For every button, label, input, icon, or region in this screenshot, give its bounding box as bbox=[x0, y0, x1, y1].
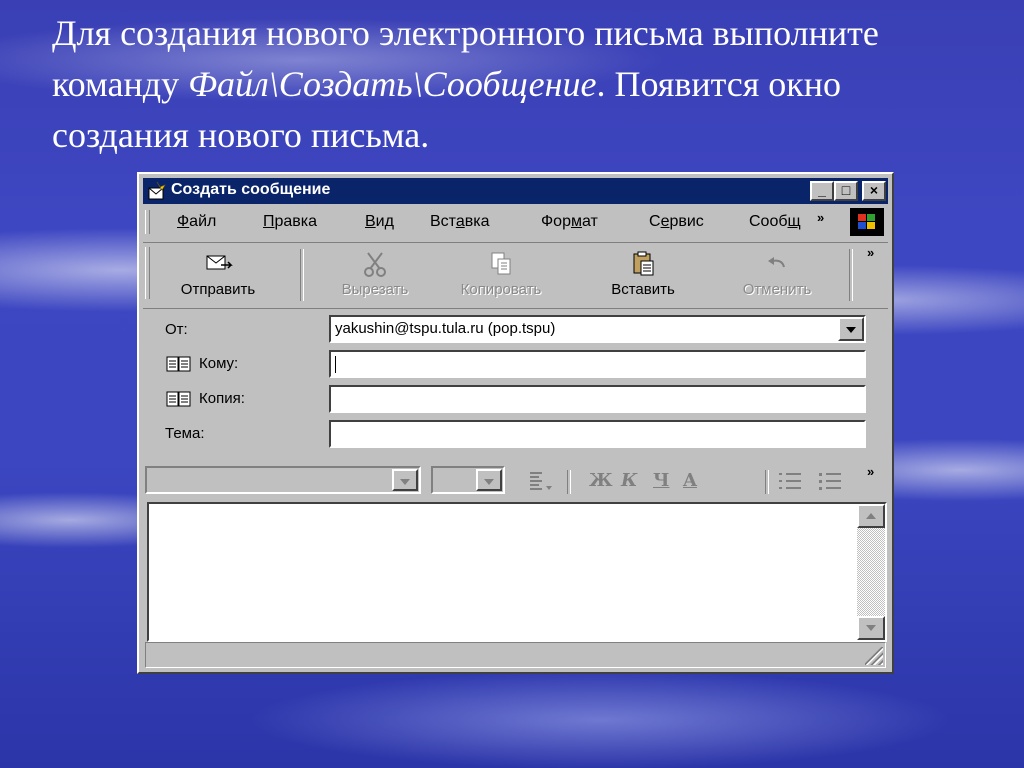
message-headers: От: yakushin@tspu.tula.ru (pop.tspu) Ком… bbox=[143, 308, 888, 459]
send-button[interactable]: Отправить bbox=[158, 247, 278, 298]
new-message-icon bbox=[148, 181, 166, 200]
menubar-grip[interactable] bbox=[145, 210, 150, 234]
underline-button[interactable]: Ч bbox=[653, 470, 669, 491]
menu-view[interactable]: Вид bbox=[365, 213, 394, 231]
cc-label-text: Копия: bbox=[199, 390, 245, 407]
bold-button[interactable]: Ж bbox=[589, 470, 613, 491]
cut-button[interactable]: Вырезать bbox=[315, 247, 435, 298]
font-size-select[interactable] bbox=[431, 466, 505, 494]
slide-line-1: Для создания нового электронного письма … bbox=[52, 13, 879, 53]
undo-label: Отменить bbox=[742, 281, 812, 298]
font-color-button[interactable]: A bbox=[683, 470, 697, 491]
font-name-select[interactable] bbox=[145, 466, 421, 494]
windows-logo bbox=[850, 208, 884, 236]
italic-button[interactable]: К bbox=[621, 470, 637, 491]
slide-line-2-prefix: команду bbox=[52, 64, 189, 104]
numbered-list-icon[interactable] bbox=[777, 471, 803, 491]
copy-label: Копировать bbox=[460, 281, 542, 298]
new-message-window: Создать сообщение _ □ × Файл Правка Вид … bbox=[137, 172, 894, 674]
copy-button[interactable]: Копировать bbox=[441, 247, 561, 298]
window-title: Создать сообщение bbox=[171, 181, 331, 198]
toolbar-separator bbox=[849, 249, 853, 301]
font-size-dropdown[interactable] bbox=[476, 469, 502, 491]
slide-line-3: создания нового письма. bbox=[52, 115, 430, 155]
send-label: Отправить bbox=[180, 281, 256, 298]
font-name-dropdown[interactable] bbox=[392, 469, 418, 491]
scroll-down-button[interactable] bbox=[857, 616, 885, 640]
minimize-button[interactable]: _ bbox=[810, 181, 834, 201]
paste-label: Вставить bbox=[611, 281, 675, 298]
toolbar-separator bbox=[300, 249, 304, 301]
from-dropdown-button[interactable] bbox=[838, 317, 864, 341]
main-toolbar: Отправить Вырезать Копировать Вставить О… bbox=[143, 242, 888, 305]
menu-tools[interactable]: Сервис bbox=[649, 213, 704, 231]
format-separator bbox=[765, 470, 769, 494]
windows-flag-icon bbox=[858, 214, 875, 229]
to-field[interactable] bbox=[329, 350, 866, 378]
from-label: От: bbox=[165, 321, 188, 338]
formatting-toolbar: Ж К Ч A » bbox=[143, 462, 888, 498]
cut-label: Вырезать bbox=[341, 281, 409, 298]
close-icon: × bbox=[869, 182, 879, 198]
menu-message[interactable]: Сообщ bbox=[749, 213, 801, 231]
paragraph-style-icon[interactable] bbox=[527, 470, 555, 492]
message-body[interactable] bbox=[147, 502, 887, 642]
to-label-text: Кому: bbox=[199, 355, 239, 372]
slide-command-path: Файл\Создать\Сообщение bbox=[188, 64, 597, 104]
bulleted-list-icon[interactable] bbox=[817, 471, 843, 491]
toolbar-overflow-chevron[interactable]: » bbox=[867, 245, 874, 260]
scissors-icon bbox=[364, 252, 386, 277]
from-value: yakushin@tspu.tula.ru (pop.tspu) bbox=[335, 320, 556, 337]
minimize-icon: _ bbox=[818, 182, 826, 198]
from-select[interactable]: yakushin@tspu.tula.ru (pop.tspu) bbox=[329, 315, 866, 343]
title-bar[interactable]: Создать сообщение _ □ × bbox=[143, 178, 888, 204]
resize-grip-icon[interactable] bbox=[865, 647, 883, 665]
slide-line-2-suffix: . Появится окно bbox=[596, 64, 842, 104]
toolbar-grip[interactable] bbox=[145, 247, 150, 299]
paste-button[interactable]: Вставить bbox=[583, 247, 703, 298]
undo-icon bbox=[768, 257, 785, 268]
menu-bar: Файл Правка Вид Вставка Формат Сервис Со… bbox=[143, 208, 888, 236]
slide-line-2: команду Файл\Создать\Сообщение. Появится… bbox=[52, 59, 972, 110]
menu-format[interactable]: Формат bbox=[541, 213, 598, 231]
menu-edit[interactable]: Правка bbox=[263, 213, 317, 231]
format-overflow-chevron[interactable]: » bbox=[867, 464, 874, 479]
paste-icon bbox=[633, 251, 654, 276]
status-bar bbox=[145, 642, 886, 668]
menu-insert[interactable]: Вставка bbox=[430, 213, 489, 231]
cc-field[interactable] bbox=[329, 385, 866, 413]
copy-icon bbox=[491, 252, 511, 275]
subject-field[interactable] bbox=[329, 420, 866, 448]
subject-label: Тема: bbox=[165, 425, 205, 442]
to-label[interactable]: Кому: bbox=[165, 355, 238, 373]
scroll-up-button[interactable] bbox=[857, 504, 885, 528]
menu-file[interactable]: Файл bbox=[177, 213, 216, 231]
vertical-scrollbar[interactable] bbox=[857, 504, 885, 640]
text-cursor bbox=[335, 356, 336, 373]
address-book-icon bbox=[166, 391, 191, 407]
menu-overflow-chevron[interactable]: » bbox=[817, 210, 824, 225]
address-book-icon bbox=[166, 356, 191, 372]
undo-button[interactable]: Отменить bbox=[717, 247, 837, 298]
format-separator bbox=[567, 470, 571, 494]
maximize-button[interactable]: □ bbox=[834, 181, 858, 201]
cc-label[interactable]: Копия: bbox=[165, 390, 245, 408]
maximize-icon: □ bbox=[841, 182, 851, 198]
slide-text: Для создания нового электронного письма … bbox=[52, 8, 972, 161]
send-icon bbox=[206, 255, 233, 270]
close-button[interactable]: × bbox=[862, 181, 886, 201]
